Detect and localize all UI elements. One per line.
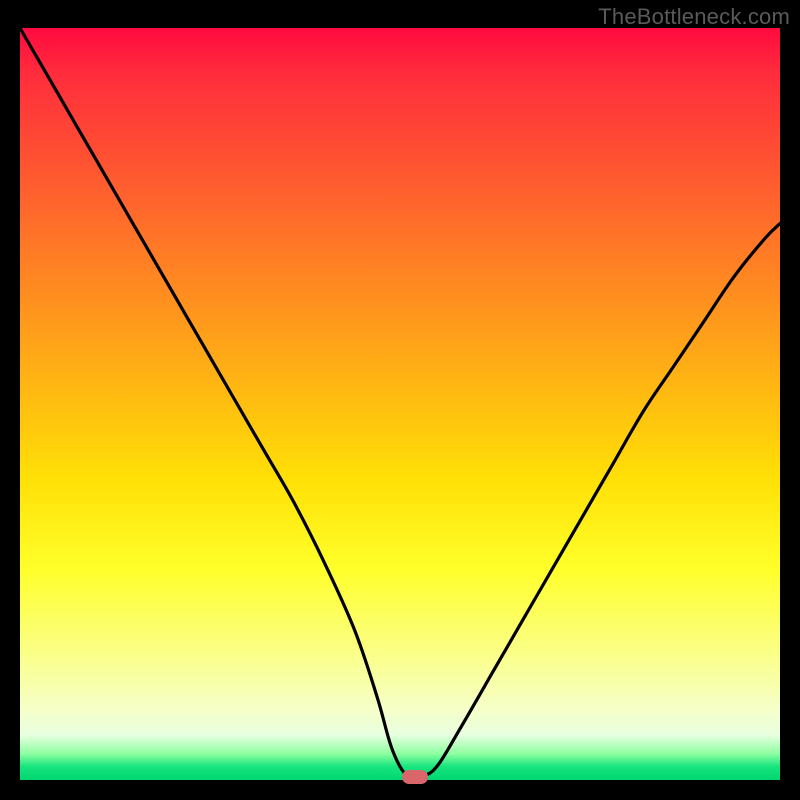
bottleneck-curve: [20, 28, 780, 780]
chart-frame: TheBottleneck.com: [0, 0, 800, 800]
plot-area: [20, 28, 780, 780]
bottleneck-curve-path: [20, 28, 780, 779]
sweet-spot-marker: [402, 770, 428, 784]
watermark-text: TheBottleneck.com: [598, 4, 790, 30]
